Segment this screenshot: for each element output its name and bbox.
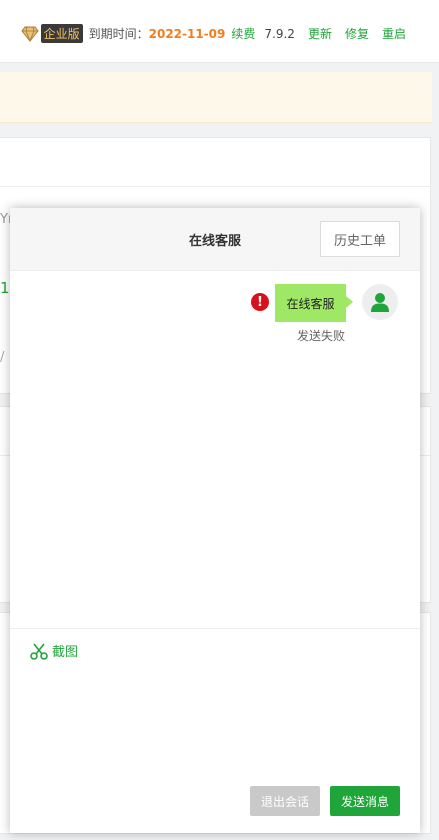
user-avatar-icon — [362, 284, 398, 320]
send-failed-status: 发送失败 — [296, 329, 345, 343]
chat-header: 在线客服 历史工单 — [10, 208, 420, 271]
input-divider — [10, 628, 420, 629]
top-header: 企业版 到期时间： 2022-11-09 续费 7.9.2 更新 修复 重启 — [0, 0, 439, 63]
renew-link[interactable]: 续费 — [231, 25, 255, 42]
expire-date: 2022-11-09 — [148, 26, 226, 41]
background-divider — [0, 186, 430, 187]
message-area[interactable]: ! 在线客服 发送失败 — [10, 270, 420, 628]
error-icon[interactable]: ! — [251, 293, 269, 311]
chat-panel: 在线客服 历史工单 ! 在线客服 发送失败 截图 退出会话 发送消息 — [10, 208, 420, 833]
message-bubble: 在线客服 — [275, 284, 346, 322]
version-number: 7.9.2 — [264, 26, 295, 41]
restart-link[interactable]: 重启 — [382, 25, 406, 42]
edition-badge: 企业版 — [40, 24, 83, 43]
background-text-fragment: 1 — [0, 279, 10, 297]
send-message-button[interactable]: 发送消息 — [330, 786, 400, 816]
scissors-icon — [30, 643, 48, 660]
exit-session-button[interactable]: 退出会话 — [250, 786, 320, 816]
repair-link[interactable]: 修复 — [345, 25, 369, 42]
user-icon — [371, 293, 389, 312]
bubble-tail — [346, 296, 353, 308]
screenshot-button[interactable]: 截图 — [30, 641, 78, 660]
expire-label: 到期时间： — [88, 27, 149, 41]
history-tickets-button[interactable]: 历史工单 — [320, 221, 400, 257]
diamond-icon — [20, 26, 39, 42]
update-link[interactable]: 更新 — [308, 25, 332, 42]
notice-banner — [0, 72, 432, 123]
screenshot-label: 截图 — [52, 645, 79, 660]
header-status-row: 企业版 到期时间： 2022-11-09 续费 7.9.2 更新 修复 重启 — [20, 24, 406, 43]
background-text-fragment: / — [0, 350, 5, 365]
